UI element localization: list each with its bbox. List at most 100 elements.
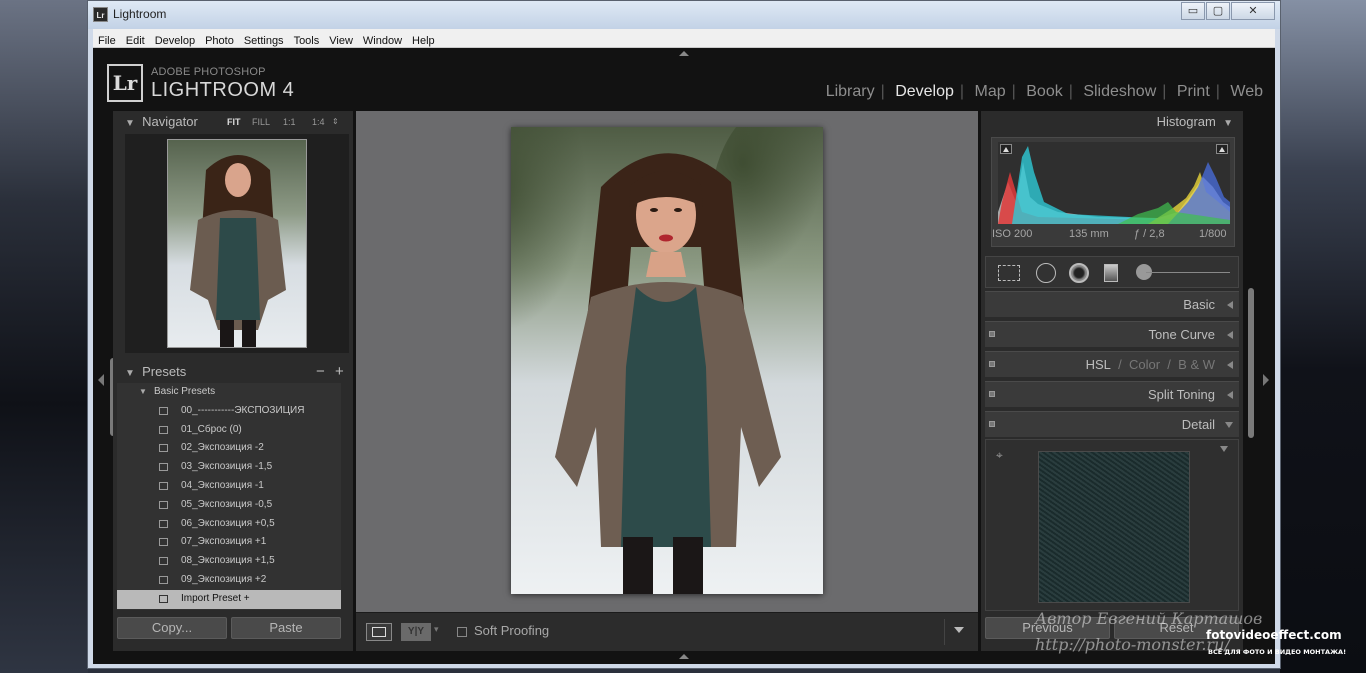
- toggle-switch[interactable]: [989, 331, 995, 337]
- watermark-site: http://photo-monster.ru/: [1035, 635, 1230, 654]
- hsl-title[interactable]: HSL: [1086, 357, 1111, 372]
- copy-button[interactable]: Copy...: [117, 617, 227, 639]
- preset-item[interactable]: 02_Экспозиция -2: [117, 439, 341, 458]
- left-panel-toggle-icon[interactable]: [98, 374, 104, 386]
- preset-icon: [159, 594, 168, 603]
- preset-item[interactable]: 05_Экспозиция -0,5: [117, 496, 341, 515]
- remove-preset-button[interactable]: −: [316, 361, 325, 383]
- preset-list: ▼ Basic Presets 00_-----------ЭКСПОЗИЦИЯ …: [117, 383, 341, 610]
- histogram-header[interactable]: Histogram ▼: [981, 111, 1243, 133]
- preset-item[interactable]: 09_Экспозиция +2: [117, 571, 341, 590]
- toggle-switch[interactable]: [989, 421, 995, 427]
- presets-title: Presets: [142, 364, 187, 379]
- expand-icon: [1227, 391, 1233, 399]
- desktop: Lr Lightroom ▭ ▢ ✕ File Edit Develop Photo S…: [0, 0, 1366, 673]
- bw-title[interactable]: B & W: [1178, 357, 1215, 372]
- preset-icon: [159, 406, 168, 415]
- navigator-header[interactable]: ▼ Navigator FIT FILL 1:1 1:4 ⇕: [113, 111, 353, 133]
- image-canvas[interactable]: [356, 111, 978, 612]
- module-slideshow[interactable]: Slideshow: [1081, 83, 1158, 100]
- title-bar[interactable]: Lr Lightroom ▭ ▢ ✕: [88, 1, 1280, 29]
- toggle-switch[interactable]: [989, 361, 995, 367]
- histogram[interactable]: ISO 200 135 mm ƒ / 2,8 1/800: [991, 137, 1235, 247]
- navigator-thumbnail[interactable]: [167, 139, 307, 348]
- detail-section[interactable]: Detail: [985, 411, 1239, 437]
- module-print[interactable]: Print: [1175, 83, 1212, 100]
- toggle-switch[interactable]: [989, 391, 995, 397]
- module-book[interactable]: Book: [1024, 83, 1064, 100]
- zoom-fill[interactable]: FILL: [252, 111, 270, 133]
- toolbar-menu-icon[interactable]: [954, 627, 964, 633]
- soft-proofing-checkbox[interactable]: [457, 627, 467, 637]
- preset-icon: [159, 444, 168, 453]
- minimize-button[interactable]: ▭: [1181, 2, 1205, 20]
- preset-folder[interactable]: ▼ Basic Presets: [117, 383, 341, 402]
- loupe-view-button[interactable]: [366, 623, 392, 641]
- close-button[interactable]: ✕: [1231, 2, 1275, 20]
- right-scrollbar[interactable]: [1248, 288, 1254, 438]
- before-after-dropdown-icon[interactable]: ▾: [434, 625, 439, 635]
- module-web[interactable]: Web: [1228, 83, 1265, 100]
- filmstrip-toggle-icon[interactable]: [679, 654, 689, 659]
- preset-item[interactable]: 04_Экспозиция -1: [117, 477, 341, 496]
- navigator-preview-area[interactable]: [125, 134, 349, 353]
- collapse-icon: [1225, 422, 1233, 428]
- brand-line2: LIGHTROOM 4: [151, 79, 295, 101]
- left-panel: ▼ Navigator FIT FILL 1:1 1:4 ⇕ ▼ Presets…: [113, 111, 353, 651]
- zoom-stepper-icon[interactable]: ⇕: [332, 111, 339, 133]
- add-preset-button[interactable]: +: [335, 361, 344, 383]
- brand-line1: ADOBE PHOTOSHOP: [151, 66, 266, 78]
- paste-button[interactable]: Paste: [231, 617, 341, 639]
- desktop-background-right: [1280, 0, 1366, 673]
- lightroom-workspace: Lr ADOBE PHOTOSHOP LIGHTROOM 4 Library | …: [93, 48, 1275, 664]
- import-preset-item[interactable]: Import Preset +: [117, 589, 341, 609]
- preset-item[interactable]: 00_-----------ЭКСПОЗИЦИЯ: [117, 402, 341, 421]
- module-picker: Library | Develop | Map | Book | Slideshow | …: [824, 83, 1265, 100]
- tool-strip: [985, 256, 1239, 288]
- zoom-1-1[interactable]: 1:1: [283, 111, 296, 133]
- expand-icon: [1227, 361, 1233, 369]
- module-develop[interactable]: Develop: [893, 83, 956, 100]
- watermark-tagline: ВСЁ ДЛЯ ФОТО И ВИДЕО МОНТАЖА!: [1208, 648, 1347, 656]
- color-title[interactable]: Color: [1129, 357, 1160, 372]
- preset-icon: [159, 481, 168, 490]
- spot-removal-icon[interactable]: [1036, 263, 1056, 283]
- hsl-section[interactable]: HSL / Color / B & W: [985, 351, 1239, 377]
- module-map[interactable]: Map: [973, 83, 1008, 100]
- detail-preview-image[interactable]: [1038, 451, 1190, 603]
- preset-icon: [159, 500, 168, 509]
- expand-icon: [1227, 331, 1233, 339]
- presets-header[interactable]: ▼ Presets − +: [113, 361, 353, 383]
- watermark-brand: fotovideoeffect.com: [1206, 628, 1342, 642]
- app-window: Lr Lightroom ▭ ▢ ✕ File Edit Develop Photo S…: [87, 0, 1281, 669]
- before-after-button[interactable]: Y|Y: [401, 623, 431, 641]
- preset-item[interactable]: 08_Экспозиция +1,5: [117, 552, 341, 571]
- graduated-filter-icon[interactable]: [1104, 264, 1118, 282]
- preset-item[interactable]: 01_Сброс (0): [117, 421, 341, 440]
- preset-item[interactable]: 03_Экспозиция -1,5: [117, 458, 341, 477]
- desktop-background-left: [0, 0, 88, 673]
- red-eye-icon[interactable]: [1069, 263, 1089, 283]
- module-library[interactable]: Library: [824, 83, 877, 100]
- preset-icon: [159, 575, 168, 584]
- maximize-button[interactable]: ▢: [1206, 2, 1230, 20]
- brush-slider[interactable]: [1146, 272, 1230, 273]
- lightroom-logo: Lr: [107, 64, 143, 102]
- preview-toggle-icon[interactable]: [1220, 446, 1228, 452]
- soft-proofing-label: Soft Proofing: [474, 623, 550, 638]
- preset-item[interactable]: 07_Экспозиция +1: [117, 533, 341, 552]
- tone-curve-section[interactable]: Tone Curve: [985, 321, 1239, 347]
- menu-bar: File Edit Develop Photo Settings Tools View Win…: [93, 29, 1275, 48]
- tone-curve-title: Tone Curve: [1148, 327, 1215, 342]
- crop-tool-icon[interactable]: [998, 265, 1020, 281]
- preset-icon: [159, 519, 168, 528]
- top-panel-toggle-icon[interactable]: [679, 51, 689, 56]
- basic-section[interactable]: Basic: [985, 291, 1239, 317]
- target-icon[interactable]: ⌖: [996, 448, 1003, 463]
- main-photo[interactable]: [511, 127, 823, 594]
- zoom-fit[interactable]: FIT: [227, 111, 241, 133]
- zoom-1-4[interactable]: 1:4: [312, 111, 325, 133]
- right-panel-toggle-icon[interactable]: [1263, 374, 1269, 386]
- preset-item[interactable]: 06_Экспозиция +0,5: [117, 515, 341, 534]
- split-toning-section[interactable]: Split Toning: [985, 381, 1239, 407]
